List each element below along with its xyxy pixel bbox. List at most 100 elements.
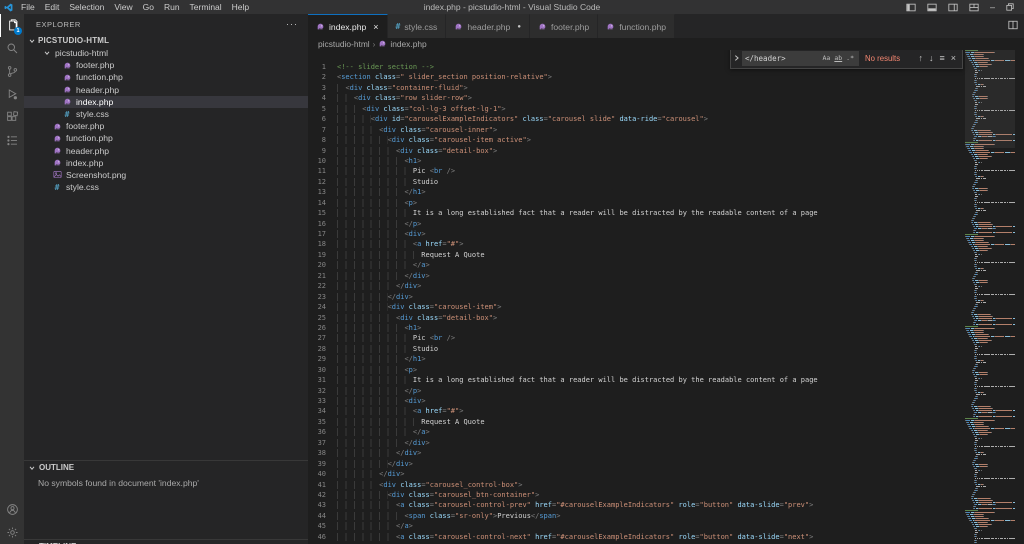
code-line[interactable]: 9 <div class="detail-box"> bbox=[308, 146, 965, 156]
code-line[interactable]: 36 </a> bbox=[308, 427, 965, 437]
source-control-icon[interactable] bbox=[0, 60, 24, 83]
code-line[interactable]: 21 </div> bbox=[308, 271, 965, 281]
code-line[interactable]: 11 Pic <br /> bbox=[308, 166, 965, 176]
tab-footer.php[interactable]: footer.php bbox=[529, 14, 599, 38]
code-line[interactable]: 20 </a> bbox=[308, 260, 965, 270]
code-line[interactable]: 2 <section class=" slider_section positio… bbox=[308, 72, 965, 82]
restore-window-icon[interactable] bbox=[1006, 3, 1014, 11]
code-line[interactable]: 16 </p> bbox=[308, 219, 965, 229]
code-line[interactable]: 29 </h1> bbox=[308, 354, 965, 364]
code-line[interactable]: 38 </div> bbox=[308, 448, 965, 458]
code-line[interactable]: 7 <div class="carousel-inner"> bbox=[308, 125, 965, 135]
code-line[interactable]: 40 </div> bbox=[308, 469, 965, 479]
extensions-icon[interactable] bbox=[0, 106, 24, 129]
code-line[interactable]: 12 Studio bbox=[308, 177, 965, 187]
close-tab-icon[interactable]: × bbox=[373, 22, 378, 32]
workspace-root-row[interactable]: PICSTUDIO-HTML bbox=[24, 34, 308, 47]
layout-sidebar-left-icon[interactable] bbox=[906, 3, 916, 12]
code-line[interactable]: 6 <div id="carouselExampleIndicators" cl… bbox=[308, 114, 965, 124]
code-line[interactable]: 8 <div class="carousel-item active"> bbox=[308, 135, 965, 145]
code-line[interactable]: 13 </h1> bbox=[308, 187, 965, 197]
account-icon[interactable] bbox=[0, 498, 24, 521]
code-line[interactable]: 4 <div class="row slider-row"> bbox=[308, 93, 965, 103]
code-line[interactable]: 35 Request A Quote bbox=[308, 417, 965, 427]
code-line[interactable]: 39 </div> bbox=[308, 459, 965, 469]
code-line[interactable]: 23 </div> bbox=[308, 292, 965, 302]
find-previous-icon[interactable]: ↑ bbox=[918, 53, 923, 63]
menu-help[interactable]: Help bbox=[227, 0, 254, 14]
code-line[interactable]: 37 </div> bbox=[308, 438, 965, 448]
code-line[interactable]: 26 <h1> bbox=[308, 323, 965, 333]
layout-sidebar-right-icon[interactable] bbox=[948, 3, 958, 12]
menu-file[interactable]: File bbox=[16, 0, 40, 14]
tree-item-header.php[interactable]: header.php bbox=[24, 145, 308, 157]
match-case-toggle[interactable]: Aa bbox=[821, 54, 833, 62]
menu-go[interactable]: Go bbox=[138, 0, 159, 14]
tab-index.php[interactable]: index.php × bbox=[308, 14, 388, 38]
run-and-debug-icon[interactable] bbox=[0, 83, 24, 106]
menu-view[interactable]: View bbox=[109, 0, 137, 14]
outline-header[interactable]: OUTLINE bbox=[24, 461, 308, 474]
menu-edit[interactable]: Edit bbox=[40, 0, 65, 14]
settings-gear-icon[interactable] bbox=[0, 521, 24, 544]
code-line[interactable]: 3 <div class="container-fluid"> bbox=[308, 83, 965, 93]
list-tree-icon[interactable] bbox=[0, 129, 24, 152]
code-line[interactable]: 27 Pic <br /> bbox=[308, 333, 965, 343]
find-next-icon[interactable]: ↓ bbox=[929, 53, 934, 63]
tree-item-header.php[interactable]: header.php bbox=[24, 84, 308, 96]
vertical-scrollbar[interactable] bbox=[1015, 50, 1024, 544]
menu-selection[interactable]: Selection bbox=[64, 0, 109, 14]
tree-item-style.css[interactable]: # style.css bbox=[24, 181, 308, 193]
code-line[interactable]: 17 <div> bbox=[308, 229, 965, 239]
code-line[interactable]: 41 <div class="carousel_control-box"> bbox=[308, 480, 965, 490]
code-line[interactable]: 46 <a class="carousel-control-next" href… bbox=[308, 532, 965, 542]
close-find-icon[interactable]: × bbox=[951, 53, 956, 63]
code-line[interactable]: 33 <div> bbox=[308, 396, 965, 406]
breadcrumb-folder[interactable]: picstudio-html bbox=[318, 39, 370, 49]
minimize-window-icon[interactable]: – bbox=[990, 0, 995, 14]
whole-word-toggle[interactable]: ab bbox=[832, 54, 844, 62]
regex-toggle[interactable]: .* bbox=[844, 54, 856, 62]
code-line[interactable]: 31 It is a long established fact that a … bbox=[308, 375, 965, 385]
code-line[interactable]: 5 <div class="col-lg-3 offset-lg-1"> bbox=[308, 104, 965, 114]
explorer-icon[interactable]: 1 bbox=[0, 14, 24, 37]
code-line[interactable]: 43 <a class="carousel-control-prev" href… bbox=[308, 500, 965, 510]
modified-dot-icon[interactable]: ● bbox=[517, 24, 521, 30]
code-line[interactable]: 14 <p> bbox=[308, 198, 965, 208]
find-in-selection-icon[interactable]: ≡ bbox=[939, 53, 944, 63]
customize-layout-icon[interactable] bbox=[969, 3, 979, 12]
tree-item-footer.php[interactable]: footer.php bbox=[24, 120, 308, 132]
code-line[interactable]: 19 Request A Quote bbox=[308, 250, 965, 260]
code-line[interactable]: 10 <h1> bbox=[308, 156, 965, 166]
code-line[interactable]: 45 </a> bbox=[308, 521, 965, 531]
code-line[interactable]: 25 <div class="detail-box"> bbox=[308, 313, 965, 323]
tree-item-Screenshot.png[interactable]: Screenshot.png bbox=[24, 169, 308, 181]
timeline-header[interactable]: TIMELINE bbox=[24, 540, 308, 544]
tab-function.php[interactable]: function.php bbox=[598, 14, 676, 38]
tree-item-picstudio-html[interactable]: picstudio-html bbox=[24, 47, 308, 59]
code-line[interactable]: 24 <div class="carousel-item"> bbox=[308, 302, 965, 312]
split-editor-icon[interactable] bbox=[1008, 20, 1018, 32]
tree-item-function.php[interactable]: function.php bbox=[24, 132, 308, 144]
code-line[interactable]: 44 <span class="sr-only">Previous</span> bbox=[308, 511, 965, 521]
code-line[interactable]: 28 Studio bbox=[308, 344, 965, 354]
toggle-replace-chevron-icon[interactable] bbox=[731, 54, 742, 62]
code-line[interactable]: 18 <a href="#"> bbox=[308, 239, 965, 249]
code-line[interactable]: 42 <div class="carousel_btn-container"> bbox=[308, 490, 965, 500]
layout-panel-icon[interactable] bbox=[927, 3, 937, 12]
tree-item-function.php[interactable]: function.php bbox=[24, 71, 308, 83]
menu-run[interactable]: Run bbox=[159, 0, 185, 14]
tree-item-style.css[interactable]: # style.css bbox=[24, 108, 308, 120]
find-input[interactable]: </header> Aa ab .* bbox=[742, 50, 859, 66]
views-and-more-actions-icon[interactable]: ··· bbox=[286, 19, 308, 29]
code-line[interactable]: 30 <p> bbox=[308, 365, 965, 375]
minimap[interactable] bbox=[965, 50, 1015, 544]
tree-item-index.php[interactable]: index.php bbox=[24, 157, 308, 169]
code-line[interactable]: 32 </p> bbox=[308, 386, 965, 396]
tab-style.css[interactable]: # style.css bbox=[387, 14, 447, 38]
tree-item-footer.php[interactable]: footer.php bbox=[24, 59, 308, 71]
menu-terminal[interactable]: Terminal bbox=[185, 0, 227, 14]
tab-header.php[interactable]: header.php ● bbox=[446, 14, 530, 38]
minimap-slider[interactable] bbox=[965, 50, 1015, 148]
code-line[interactable]: 15 It is a long established fact that a … bbox=[308, 208, 965, 218]
